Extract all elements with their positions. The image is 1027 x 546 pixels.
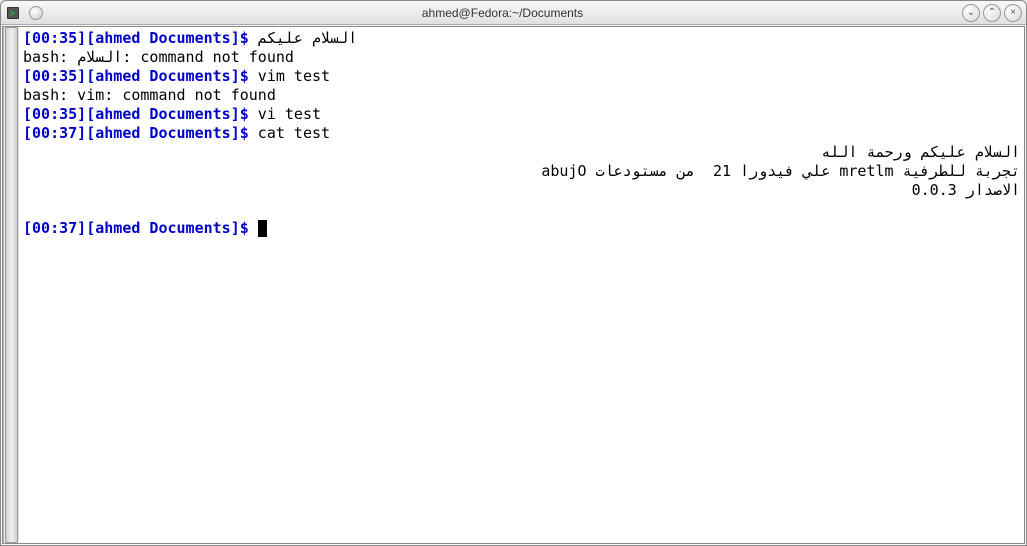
prompt-time: [00:35] — [23, 105, 86, 123]
window-title: ahmed@Fedora:~/Documents — [43, 6, 962, 20]
terminal-window: > ahmed@Fedora:~/Documents ⌄ ⌃ × [00:35]… — [0, 0, 1027, 546]
prompt-location: [ahmed Documents] — [86, 67, 240, 85]
prompt-dollar: $ — [240, 124, 249, 142]
close-button[interactable]: × — [1004, 4, 1022, 22]
prompt-dollar: $ — [240, 67, 249, 85]
window-controls: ⌄ ⌃ × — [962, 4, 1022, 22]
prompt-dollar: $ — [240, 219, 249, 237]
terminal-line: [00:35][ahmed Documents]$ السلام عليكم — [23, 29, 1020, 48]
terminal-line: السلام عليكم ورحمة الله — [23, 143, 1020, 162]
titlebar[interactable]: > ahmed@Fedora:~/Documents ⌄ ⌃ × — [1, 1, 1026, 25]
prompt-time: [00:35] — [23, 29, 86, 47]
prompt-time: [00:37] — [23, 124, 86, 142]
terminal-line: الاصدار 3.0.0 — [23, 181, 1020, 200]
terminal-line: [00:37][ahmed Documents]$ — [23, 219, 1020, 238]
command-text — [249, 219, 258, 237]
svg-text:>: > — [10, 9, 15, 18]
prompt-time: [00:37] — [23, 219, 86, 237]
app-icon: > — [5, 5, 21, 21]
terminal-line: [00:35][ahmed Documents]$ vim test — [23, 67, 1020, 86]
terminal-content[interactable]: [00:35][ahmed Documents]$ السلام عليكمba… — [19, 27, 1024, 543]
command-text: vi test — [249, 105, 321, 123]
prompt-location: [ahmed Documents] — [86, 124, 240, 142]
prompt-dollar: $ — [240, 29, 249, 47]
minimize-button[interactable]: ⌄ — [962, 4, 980, 22]
sticky-button[interactable] — [29, 6, 43, 20]
terminal-line: تجربة للطرفية mlterm علي فيدورا 12 من مس… — [23, 162, 1020, 181]
prompt-location: [ahmed Documents] — [86, 219, 240, 237]
cursor — [258, 220, 267, 237]
prompt-location: [ahmed Documents] — [86, 105, 240, 123]
terminal-area: [00:35][ahmed Documents]$ السلام عليكمba… — [2, 26, 1025, 544]
command-text: cat test — [249, 124, 330, 142]
terminal-line: [00:37][ahmed Documents]$ cat test — [23, 124, 1020, 143]
command-text: vim test — [249, 67, 330, 85]
terminal-line — [23, 200, 1020, 219]
maximize-button[interactable]: ⌃ — [983, 4, 1001, 22]
command-text: السلام عليكم — [249, 29, 357, 47]
prompt-location: [ahmed Documents] — [86, 29, 240, 47]
prompt-time: [00:35] — [23, 67, 86, 85]
scrollbar[interactable] — [3, 27, 19, 543]
terminal-line: [00:35][ahmed Documents]$ vi test — [23, 105, 1020, 124]
prompt-dollar: $ — [240, 105, 249, 123]
scrollbar-thumb[interactable] — [5, 27, 18, 543]
terminal-line: bash: vim: command not found — [23, 86, 1020, 105]
terminal-line: bash: السلام: command not found — [23, 48, 1020, 67]
